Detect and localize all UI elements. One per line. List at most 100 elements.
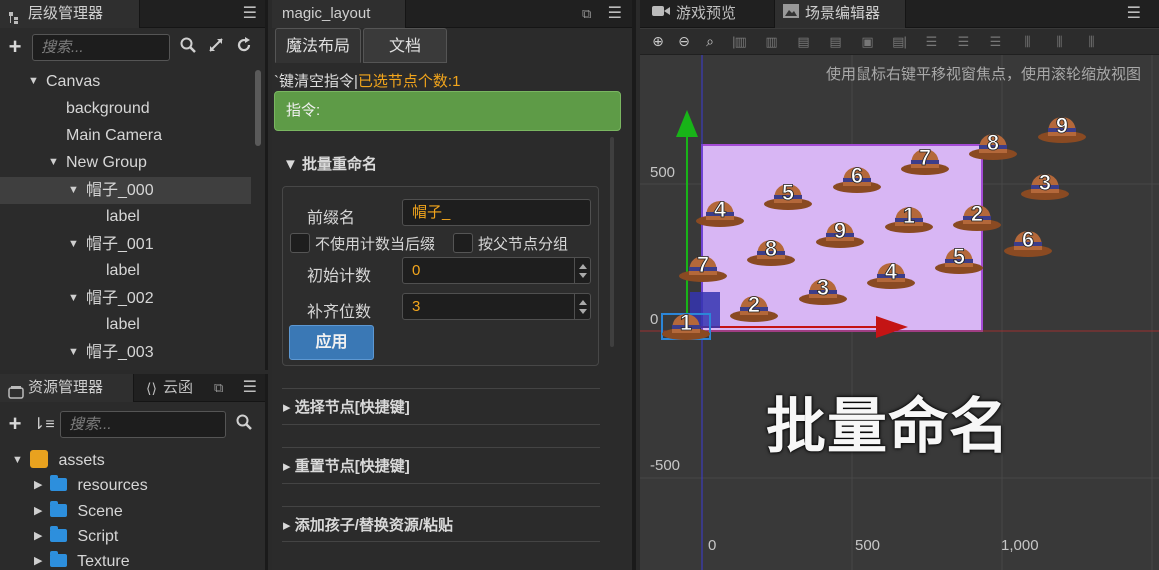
- prefix-input[interactable]: 帽子_: [402, 199, 591, 226]
- asset-folder-resources[interactable]: ▶ resources: [0, 472, 251, 499]
- magic-menu-icon[interactable]: ☰: [608, 0, 622, 28]
- tab-cloud-functions[interactable]: ⟨⟩ 云函: [138, 374, 201, 402]
- asset-manager-icon: [8, 381, 24, 399]
- collapse-arrow-icon[interactable]: ▶: [34, 472, 42, 499]
- distribute-left-icon[interactable]: ⫼: [1014, 34, 1040, 50]
- sort-icon[interactable]: ⇂≡: [32, 414, 55, 434]
- tree-node-main-camera[interactable]: Main Camera: [0, 122, 251, 149]
- float-window-icon[interactable]: ⧉: [214, 374, 223, 402]
- assets-menu-icon[interactable]: ☰: [243, 374, 257, 402]
- tree-node-label[interactable]: label: [0, 311, 251, 338]
- align-bottom-icon[interactable]: ▤|: [886, 34, 912, 50]
- hierarchy-icon: [8, 7, 22, 24]
- expand-arrow-icon[interactable]: ▼: [12, 447, 23, 474]
- align-left-icon[interactable]: |▥: [726, 34, 752, 50]
- stepper-icon[interactable]: [574, 258, 590, 283]
- tree-node-background[interactable]: background: [0, 95, 251, 122]
- expand-arrow-icon[interactable]: ▼: [28, 68, 39, 95]
- no-counter-checkbox[interactable]: [290, 233, 310, 253]
- assets-search-input[interactable]: 搜索...: [60, 410, 226, 438]
- tree-node-hat-001[interactable]: ▼ 帽子_001: [0, 231, 251, 258]
- collapse-arrow-icon[interactable]: ▶: [34, 523, 42, 550]
- distribute-hcenter-icon[interactable]: ⫼: [1046, 34, 1072, 50]
- collapse-all-icon[interactable]: [206, 37, 226, 58]
- expand-arrow-icon[interactable]: ▼: [68, 339, 79, 366]
- align-vcenter-icon[interactable]: ▣: [854, 34, 880, 50]
- refresh-icon[interactable]: [234, 36, 254, 58]
- no-counter-label: 不使用计数当后缀: [315, 236, 436, 253]
- y-tick-500: 500: [650, 164, 676, 181]
- align-top-icon[interactable]: ▤: [822, 34, 848, 50]
- divider: [282, 447, 600, 448]
- asset-folder-texture[interactable]: ▶ Texture: [0, 548, 251, 570]
- distribute-right-icon[interactable]: ⫼: [1078, 34, 1104, 50]
- start-count-input[interactable]: 0: [402, 257, 591, 284]
- apply-button[interactable]: 应用: [289, 325, 374, 360]
- reset-nodes-header[interactable]: ▸ 重置节点[快捷键]: [283, 455, 410, 476]
- prefix-label: 前缀名: [307, 210, 356, 227]
- tab-game-preview[interactable]: 游戏预览: [644, 0, 744, 28]
- expand-arrow-icon[interactable]: ▼: [68, 285, 79, 312]
- magic-scrollbar[interactable]: [610, 137, 614, 347]
- distribute-top-icon[interactable]: ☰: [918, 34, 944, 50]
- tab-assets[interactable]: 资源管理器: [0, 374, 134, 402]
- tree-node-hat-002[interactable]: ▼ 帽子_002: [0, 285, 251, 312]
- asset-folder-script[interactable]: ▶ Script: [0, 523, 251, 550]
- group-by-parent-checkbox[interactable]: [453, 233, 473, 253]
- expand-arrow-icon[interactable]: ▼: [48, 149, 59, 176]
- cloud-function-icon: ⟨⟩: [146, 380, 157, 396]
- expand-arrow-icon[interactable]: ▼: [68, 177, 79, 204]
- scene-viewport[interactable]: 9 8 7 6 5 4 3 2 1 9 8 7 6 5 4 3 2 1: [640, 55, 1159, 570]
- hat-sprite[interactable]: 3: [1021, 170, 1069, 200]
- y-axis-arrow[interactable]: [676, 110, 698, 137]
- select-nodes-header[interactable]: ▸ 选择节点[快捷键]: [283, 396, 410, 417]
- zoom-out-icon[interactable]: ⊖: [674, 33, 694, 50]
- hat-number: 2: [748, 292, 760, 317]
- tree-node-label[interactable]: label: [0, 257, 251, 284]
- zoom-reset-icon[interactable]: ⌕: [700, 33, 720, 50]
- align-right-icon[interactable]: ▤: [790, 34, 816, 50]
- tab-hierarchy[interactable]: 层级管理器: [0, 0, 140, 28]
- collapse-arrow-icon[interactable]: ▶: [34, 548, 42, 570]
- distribute-bottom-icon[interactable]: ☰: [982, 34, 1008, 50]
- hat-number: 6: [851, 163, 863, 188]
- pad-digits-input[interactable]: 3: [402, 293, 591, 320]
- node-label: background: [66, 100, 150, 117]
- hierarchy-menu-icon[interactable]: ☰: [243, 0, 257, 28]
- add-child-header[interactable]: ▸ 添加孩子/替换资源/粘贴: [283, 514, 453, 535]
- search-icon[interactable]: [178, 37, 198, 58]
- collapse-arrow-icon[interactable]: ▶: [34, 498, 42, 525]
- expand-arrow-icon[interactable]: ▼: [68, 231, 79, 258]
- subtab-docs[interactable]: 文档: [363, 28, 447, 63]
- hierarchy-search-input[interactable]: 搜索...: [32, 33, 170, 61]
- tab-magic-layout[interactable]: magic_layout: [272, 0, 406, 28]
- node-label: label: [106, 262, 140, 279]
- zoom-in-icon[interactable]: ⊕: [648, 33, 668, 50]
- tree-node-hat-000[interactable]: ▼ 帽子_000: [0, 177, 251, 204]
- search-icon[interactable]: [234, 414, 254, 435]
- add-node-button[interactable]: +: [6, 34, 24, 60]
- asset-folder-scene[interactable]: ▶ Scene: [0, 498, 251, 525]
- tree-node-label[interactable]: label: [0, 203, 251, 230]
- distribute-vcenter-icon[interactable]: ☰: [950, 34, 976, 50]
- tab-scene-editor[interactable]: 场景编辑器: [774, 0, 906, 28]
- subtab-magic-layout[interactable]: 魔法布局: [275, 28, 361, 63]
- scene-menu-icon[interactable]: ☰: [1127, 0, 1141, 28]
- folder-icon: [50, 501, 67, 517]
- tree-node-canvas[interactable]: ▼ Canvas: [0, 68, 251, 95]
- tree-node-new-group[interactable]: ▼ New Group: [0, 149, 251, 176]
- hat-number: 1: [680, 310, 692, 335]
- tree-node-hat-003[interactable]: ▼ 帽子_003: [0, 339, 251, 366]
- float-window-icon[interactable]: ⧉: [582, 0, 591, 28]
- hierarchy-scrollbar[interactable]: [255, 70, 261, 146]
- asset-root[interactable]: ▼ assets: [0, 447, 251, 474]
- hat-sprite[interactable]: 6: [1004, 227, 1052, 257]
- add-asset-button[interactable]: +: [6, 411, 24, 437]
- hat-sprite[interactable]: 9: [1038, 113, 1086, 143]
- batch-rename-header[interactable]: ▼ 批量重命名: [283, 153, 377, 174]
- hat-number: 6: [1022, 227, 1034, 252]
- command-input[interactable]: 指令:: [274, 91, 621, 131]
- node-label: 帽子_001: [86, 236, 154, 253]
- stepper-icon[interactable]: [574, 294, 590, 319]
- align-hcenter-icon[interactable]: ▥: [758, 34, 784, 50]
